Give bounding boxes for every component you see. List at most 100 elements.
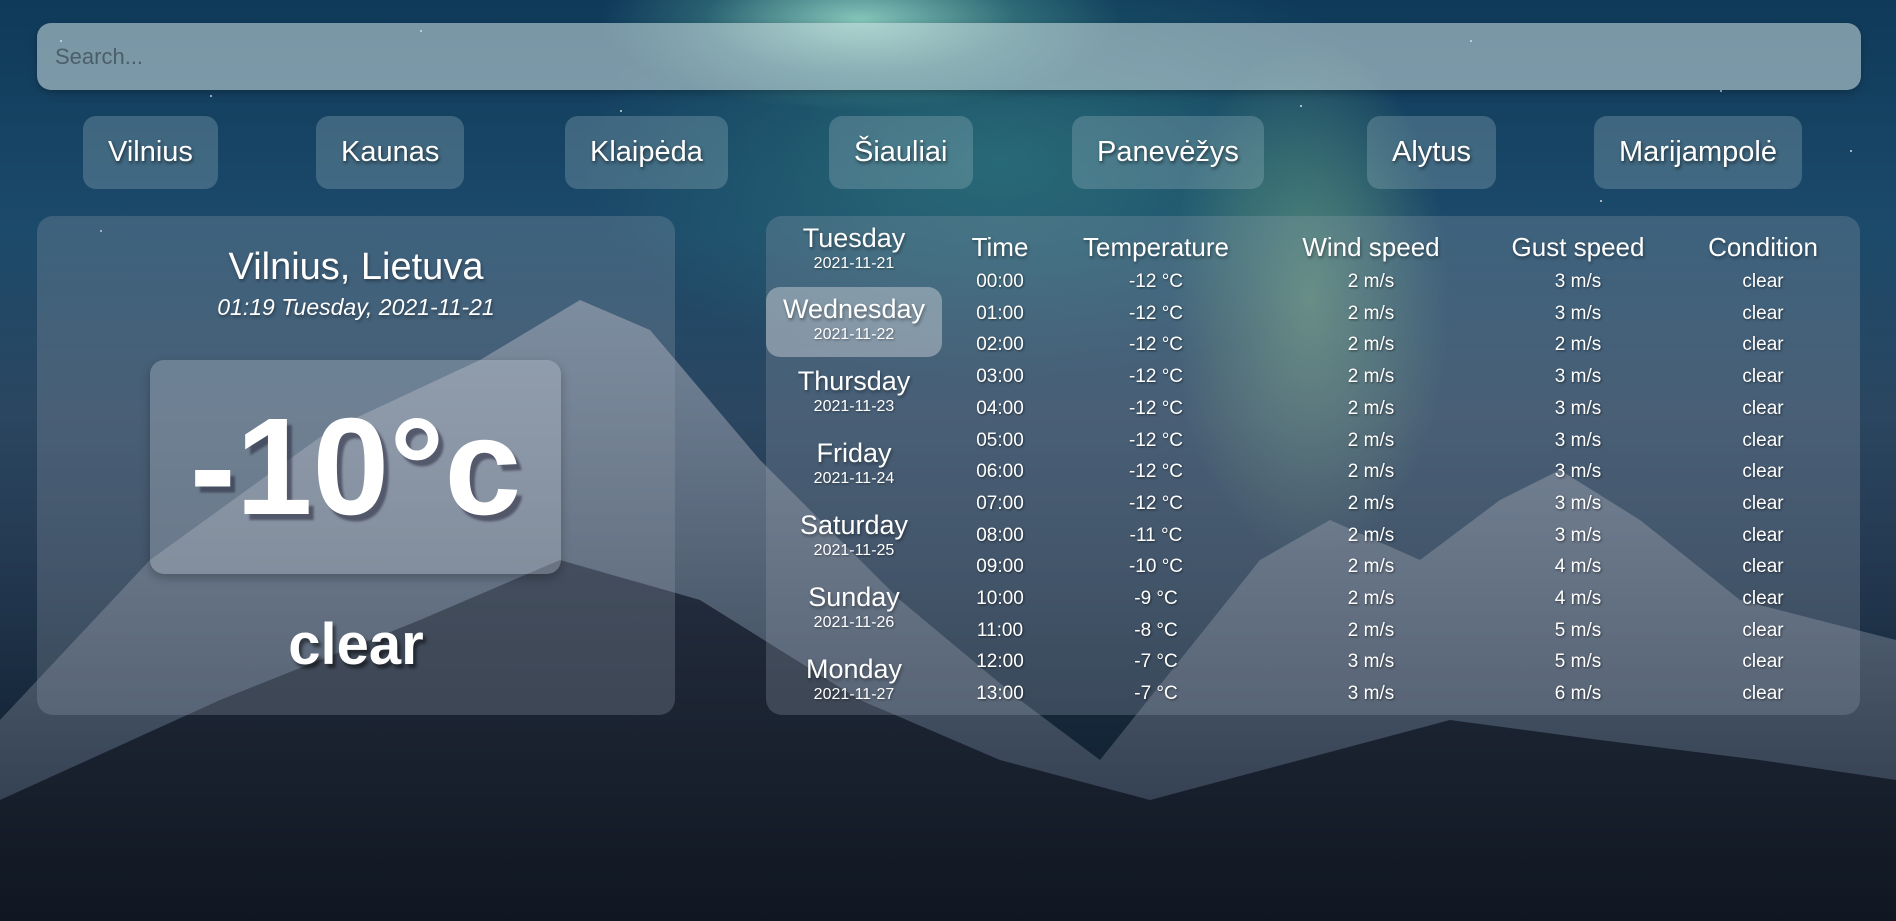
table-cell: clear [1742,302,1784,324]
day-tab-name: Saturday [799,510,909,540]
column-header-time: Time [971,232,1029,262]
table-cell: 2 m/s [1347,334,1395,356]
table-cell: 2 m/s [1347,619,1395,641]
day-tab-name: Sunday [808,582,900,612]
table-cell: -12 °C [1128,271,1184,292]
table-cell: clear [1742,651,1784,673]
city-button-klaipeda[interactable]: Klaipėda [565,116,728,189]
current-condition: clear [288,612,424,677]
table-cell: 3 m/s [1347,683,1395,705]
table-cell: -9 °C [1134,588,1178,609]
table-cell: clear [1742,271,1784,292]
column-header-wind-speed: Wind speed [1302,232,1440,262]
table-cell: clear [1742,492,1784,514]
location-datetime: 01:19 Tuesday, 2021-11-21 [217,294,495,320]
table-cell: clear [1742,588,1784,609]
table-cell: clear [1742,556,1784,578]
day-tab-date: 2021-11-27 [813,686,895,703]
table-cell: clear [1742,334,1784,356]
table-cell: 3 m/s [1554,429,1602,451]
table-cell: -7 °C [1134,651,1178,673]
day-tab-name: Friday [816,438,892,468]
table-cell: -12 °C [1128,302,1184,324]
day-tab-monday[interactable]: Monday 2021-11-27 [766,647,942,717]
day-tab-name: Tuesday [802,223,906,253]
city-button-kaunas[interactable]: Kaunas [316,116,465,189]
day-tab-name: Thursday [797,366,911,396]
table-cell: 3 m/s [1347,651,1395,673]
table-cell: 3 m/s [1554,397,1602,419]
table-cell: 4 m/s [1554,588,1602,609]
day-tab-sunday[interactable]: Sunday 2021-11-26 [766,575,942,645]
day-tab-thursday[interactable]: Thursday 2021-11-23 [766,359,942,429]
city-button-alytus[interactable]: Alytus [1367,116,1496,189]
table-cell: 3 m/s [1554,302,1602,324]
table-cell: 13:00 [976,683,1024,705]
table-cell: -12 °C [1128,334,1184,356]
table-cell: -12 °C [1128,429,1184,451]
day-tab-date: 2021-11-24 [813,470,895,487]
table-cell: 5 m/s [1554,651,1602,673]
table-cell: 3 m/s [1554,461,1602,483]
day-tab-date: 2021-11-25 [813,542,895,559]
table-cell: clear [1742,683,1784,705]
table-cell: 03:00 [976,366,1024,388]
day-tab-saturday[interactable]: Saturday 2021-11-25 [766,503,942,573]
table-cell: 09:00 [976,556,1024,578]
table-cell: 3 m/s [1554,271,1602,292]
city-button-panevezys[interactable]: Panevėžys [1072,116,1264,189]
table-cell: 2 m/s [1347,429,1395,451]
day-tab-wednesday[interactable]: Wednesday 2021-11-22 [766,287,942,357]
table-cell: clear [1742,524,1784,546]
table-cell: 01:00 [976,302,1024,324]
table-cell: clear [1742,619,1784,641]
table-cell: -10 °C [1128,556,1184,578]
table-cell: -12 °C [1128,397,1184,419]
column-header-gust-speed: Gust speed [1511,232,1645,262]
table-cell: 10:00 [976,588,1024,609]
table-cell: 2 m/s [1347,588,1395,609]
city-button-siauliai[interactable]: Šiauliai [829,116,973,189]
table-cell: 2 m/s [1347,492,1395,514]
table-cell: -8 °C [1134,619,1178,641]
table-cell: 04:00 [976,397,1024,419]
day-tab-name: Wednesday [782,294,926,324]
table-cell: clear [1742,397,1784,419]
table-cell: 05:00 [976,429,1024,451]
table-cell: 2 m/s [1347,366,1395,388]
table-cell: 2 m/s [1347,524,1395,546]
city-button-vilnius[interactable]: Vilnius [83,116,218,189]
current-temperature: -10°c [150,360,561,574]
table-cell: 2 m/s [1347,397,1395,419]
city-button-marijampole[interactable]: Marijampolė [1594,116,1802,189]
day-tab-date: 2021-11-22 [813,326,895,343]
table-cell: 2 m/s [1347,461,1395,483]
table-cell: 07:00 [976,492,1024,514]
column-header-condition: Condition [1708,232,1818,262]
table-cell: 3 m/s [1554,492,1602,514]
day-tab-tuesday[interactable]: Tuesday 2021-11-21 [766,216,942,286]
table-cell: 5 m/s [1554,619,1602,641]
location-title: Vilnius, Lietuva [228,246,484,288]
table-cell: 11:00 [976,619,1024,641]
day-tab-friday[interactable]: Friday 2021-11-24 [766,431,942,501]
day-tab-date: 2021-11-23 [813,398,895,415]
table-cell: 12:00 [976,651,1024,673]
table-cell: -12 °C [1128,366,1184,388]
column-header-temperature: Temperature [1083,232,1229,262]
table-cell: 2 m/s [1347,302,1395,324]
table-cell: 06:00 [976,461,1024,483]
table-cell: clear [1742,461,1784,483]
table-cell: clear [1742,366,1784,388]
table-cell: -7 °C [1134,683,1178,705]
table-cell: 2 m/s [1347,271,1395,292]
table-cell: 00:00 [976,271,1024,292]
search-input[interactable] [37,23,1861,90]
table-cell: 08:00 [976,524,1024,546]
current-weather-card: Vilnius, Lietuva 01:19 Tuesday, 2021-11-… [37,216,675,715]
table-cell: 4 m/s [1554,556,1602,578]
table-cell: 3 m/s [1554,524,1602,546]
day-tab-date: 2021-11-21 [813,255,895,272]
table-cell: 6 m/s [1554,683,1602,705]
day-tab-date: 2021-11-26 [813,614,895,631]
